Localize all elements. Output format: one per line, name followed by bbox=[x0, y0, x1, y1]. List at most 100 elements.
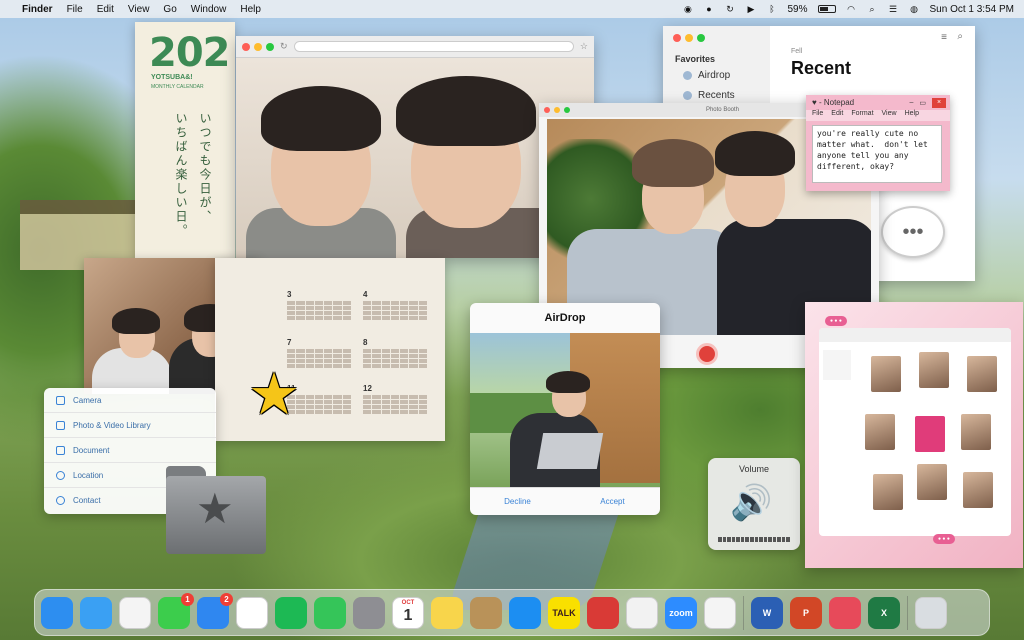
safari-icon[interactable] bbox=[80, 596, 112, 629]
menu-item-camera[interactable]: Camera bbox=[44, 388, 216, 413]
vscode-icon[interactable] bbox=[704, 596, 736, 629]
shutter-button[interactable] bbox=[696, 343, 718, 365]
notepad-close-icon[interactable]: × bbox=[932, 97, 946, 108]
pink-file-window[interactable]: ● ● ● ● ● ● bbox=[805, 302, 1023, 568]
file-thumb[interactable] bbox=[871, 356, 901, 392]
accept-button[interactable]: Accept bbox=[565, 488, 660, 515]
np-menu-format[interactable]: Format bbox=[851, 110, 873, 121]
sidebar-item-airdrop[interactable]: Airdrop bbox=[683, 70, 730, 81]
volume-segment bbox=[745, 537, 749, 542]
battery-percent: 59% bbox=[787, 3, 808, 15]
zoom-icon[interactable]: zoom bbox=[665, 596, 697, 629]
list-view-icon[interactable]: ≡ bbox=[941, 32, 947, 43]
finder-close-button[interactable] bbox=[673, 34, 681, 42]
textedit-icon[interactable] bbox=[626, 596, 658, 629]
file-thumb[interactable] bbox=[963, 472, 993, 508]
pb-close-button[interactable] bbox=[544, 107, 550, 113]
pb-zoom-button[interactable] bbox=[564, 107, 570, 113]
finder-search-icon[interactable]: ⌕ bbox=[957, 31, 963, 42]
np-menu-view[interactable]: View bbox=[882, 110, 897, 121]
bookmark-icon[interactable]: ☆ bbox=[580, 41, 588, 52]
file-thumb[interactable] bbox=[873, 474, 903, 510]
app-name-menu[interactable]: Finder bbox=[22, 4, 53, 15]
notepad-window[interactable]: ♥ - Notepad – ▭ × File Edit Format View … bbox=[806, 95, 950, 191]
minimize-button[interactable] bbox=[254, 42, 262, 51]
calendar-quote-1: いつでも今日が、 bbox=[198, 112, 212, 224]
facetime-icon[interactable] bbox=[314, 596, 346, 629]
battery-icon[interactable] bbox=[817, 5, 836, 13]
close-button[interactable] bbox=[242, 42, 250, 51]
chat-status-icon[interactable]: ● bbox=[703, 4, 714, 15]
game-icon[interactable] bbox=[829, 596, 861, 629]
pb-minimize-button[interactable] bbox=[554, 107, 560, 113]
np-menu-help[interactable]: Help bbox=[905, 110, 919, 121]
powerpoint-icon[interactable]: P bbox=[790, 596, 822, 629]
file-thumb[interactable] bbox=[917, 464, 947, 500]
menu-file[interactable]: File bbox=[67, 4, 83, 15]
dock-icon-label: zoom bbox=[669, 607, 693, 618]
np-menu-edit[interactable]: Edit bbox=[831, 110, 843, 121]
app-store-icon[interactable] bbox=[509, 596, 541, 629]
clock[interactable]: Sun Oct 1 3:54 PM bbox=[930, 4, 1015, 15]
zoom-button[interactable] bbox=[266, 42, 274, 51]
calendar-icon[interactable]: OCT 1 bbox=[392, 596, 424, 629]
calendar-month: 4 bbox=[363, 290, 427, 334]
document-icon bbox=[56, 445, 65, 455]
menu-go[interactable]: Go bbox=[163, 4, 176, 15]
history-status-icon[interactable]: ↻ bbox=[724, 4, 735, 15]
chrome-icon[interactable] bbox=[119, 596, 151, 629]
notepad-textarea[interactable]: you're really cute no matter what. don't… bbox=[812, 125, 942, 183]
messages-icon[interactable]: 1 bbox=[158, 592, 194, 629]
favorites-header: Favorites bbox=[675, 54, 716, 64]
notification-badge: 2 bbox=[220, 592, 233, 606]
menu-view[interactable]: View bbox=[128, 4, 150, 15]
spotify-icon[interactable] bbox=[275, 596, 307, 629]
file-thumb[interactable] bbox=[919, 352, 949, 388]
volume-segment bbox=[763, 537, 768, 542]
sidebar-item-recents[interactable]: Recents bbox=[683, 90, 735, 101]
starred-folder-icon[interactable]: ★ bbox=[166, 466, 266, 554]
search-icon[interactable]: ⌕ bbox=[867, 4, 878, 15]
volume-segment bbox=[754, 537, 759, 542]
trash-icon[interactable] bbox=[915, 596, 947, 629]
play-status-icon[interactable]: ▶ bbox=[745, 4, 756, 15]
chrome-status-icon[interactable]: ◉ bbox=[682, 4, 693, 15]
volume-segment bbox=[736, 537, 740, 542]
address-bar[interactable] bbox=[293, 41, 574, 52]
file-thumb[interactable] bbox=[967, 356, 997, 392]
np-menu-file[interactable]: File bbox=[812, 110, 823, 121]
dock-icon-label: W bbox=[762, 607, 772, 618]
file-thumb[interactable] bbox=[865, 414, 895, 450]
menu-item-document[interactable]: Document bbox=[44, 438, 216, 463]
decline-button[interactable]: Decline bbox=[470, 488, 565, 515]
finder-minimize-button[interactable] bbox=[685, 34, 693, 42]
top-tag: ● ● ● bbox=[825, 316, 847, 326]
system-settings-icon[interactable] bbox=[353, 596, 385, 629]
notes-icon[interactable] bbox=[431, 596, 463, 629]
kakaotalk-icon[interactable]: TALK bbox=[548, 596, 580, 629]
dock-separator bbox=[907, 595, 908, 630]
finder-icon[interactable] bbox=[41, 596, 73, 629]
menu-edit[interactable]: Edit bbox=[97, 4, 114, 15]
excel-icon[interactable]: X bbox=[868, 596, 900, 629]
word-icon[interactable]: W bbox=[751, 596, 783, 629]
dock-icon-label: X bbox=[880, 607, 887, 618]
siri-icon[interactable]: ◍ bbox=[909, 4, 920, 15]
app-store-alt-icon[interactable] bbox=[470, 596, 502, 629]
wifi-icon[interactable]: ◠ bbox=[846, 4, 857, 15]
control-center-icon[interactable]: ☰ bbox=[888, 4, 899, 15]
menu-window[interactable]: Window bbox=[191, 4, 227, 15]
reload-icon[interactable]: ↻ bbox=[280, 41, 288, 52]
finder-zoom-button[interactable] bbox=[697, 34, 705, 42]
notepad-minimize-icon[interactable]: – bbox=[909, 99, 913, 106]
clock-icon bbox=[683, 91, 692, 100]
file-thumb[interactable] bbox=[915, 416, 945, 452]
menu-item-photo-library[interactable]: Photo & Video Library bbox=[44, 413, 216, 438]
bluetooth-icon[interactable]: ᛒ bbox=[766, 4, 777, 15]
file-thumb[interactable] bbox=[961, 414, 991, 450]
menu-help[interactable]: Help bbox=[240, 4, 261, 15]
photo-booth-icon[interactable] bbox=[587, 596, 619, 629]
notepad-maximize-icon[interactable]: ▭ bbox=[919, 99, 926, 107]
mail-icon[interactable]: 2 bbox=[197, 592, 233, 629]
photos-icon[interactable] bbox=[236, 596, 268, 629]
